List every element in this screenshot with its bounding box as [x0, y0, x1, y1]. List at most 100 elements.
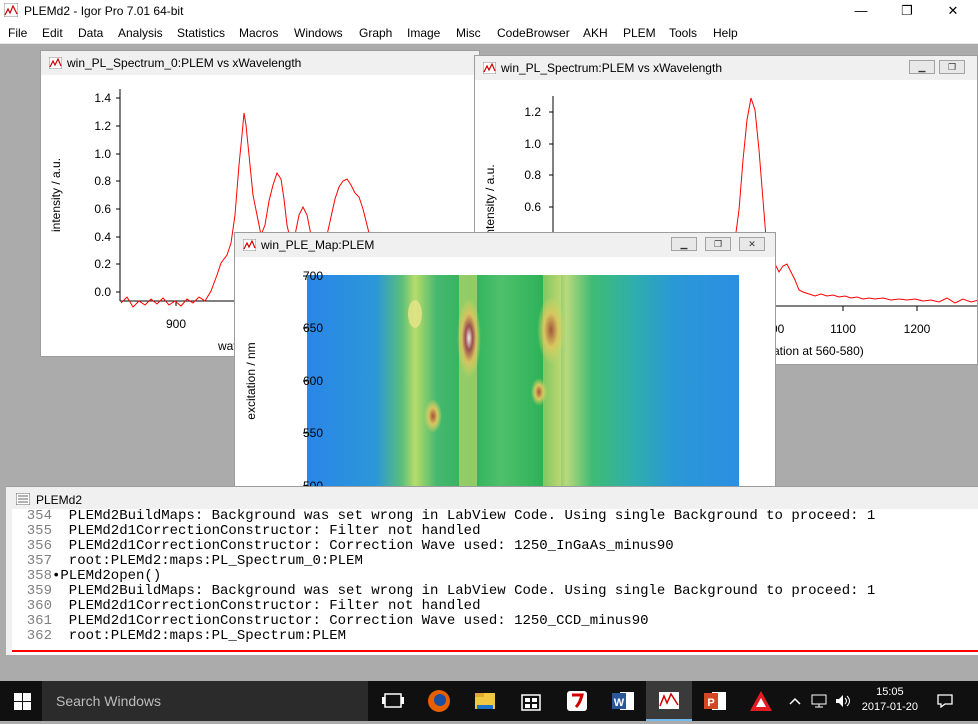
- svg-text:P: P: [707, 697, 714, 709]
- spectrum-title: win_PL_Spectrum:PLEM vs xWavelength: [501, 61, 722, 75]
- windows-start-icon[interactable]: [14, 693, 31, 710]
- map-titlebar[interactable]: win_PLE_Map:PLEM ▁ ❐ ✕: [235, 233, 775, 257]
- command-window[interactable]: PLEMd2 354 PLEMd2BuildMaps: Background w…: [6, 486, 978, 655]
- y-axis-label: ntensity / a.u.: [483, 164, 497, 235]
- menu-akh[interactable]: AKH: [583, 26, 608, 40]
- history-line[interactable]: 355 PLEMd2d1CorrectionConstructor: Filte…: [12, 524, 481, 539]
- menu-image[interactable]: Image: [407, 26, 440, 40]
- ytick-label: 1.0: [94, 147, 111, 161]
- network-icon[interactable]: [810, 693, 828, 709]
- svg-text:W: W: [614, 697, 625, 709]
- map-peak: [537, 296, 565, 364]
- search-box[interactable]: Search Windows: [42, 681, 368, 721]
- firefox-icon[interactable]: [416, 681, 462, 721]
- map-restore-button[interactable]: ❐: [705, 237, 731, 251]
- ytick-label: 1.4: [94, 91, 111, 105]
- notification-icon[interactable]: [936, 693, 954, 709]
- history-line[interactable]: 357 root:PLEMd2:maps:PL_Spectrum_0:PLEM: [12, 554, 363, 569]
- volume-icon[interactable]: [834, 693, 852, 709]
- window-title: PLEMd2 - Igor Pro 7.01 64-bit: [24, 4, 184, 18]
- history-line[interactable]: 354 PLEMd2BuildMaps: Background was set …: [12, 509, 876, 524]
- spectrum0-titlebar[interactable]: win_PL_Spectrum_0:PLEM vs xWavelength: [41, 51, 479, 75]
- taskbar: Search Windows W P 15:05 2017-01-20: [0, 681, 978, 721]
- xtick-label: 900: [166, 317, 186, 331]
- menu-misc[interactable]: Misc: [456, 26, 481, 40]
- graph-icon: [243, 239, 256, 251]
- xtick-label: 1100: [830, 322, 856, 336]
- menu-analysis[interactable]: Analysis: [118, 26, 163, 40]
- history-line[interactable]: 356 PLEMd2d1CorrectionConstructor: Corre…: [12, 539, 674, 554]
- ytick-label: 0.2: [94, 257, 111, 271]
- command-window-title: PLEMd2: [36, 493, 83, 507]
- chevron-up-icon[interactable]: [788, 695, 802, 707]
- graph-icon: [49, 57, 62, 69]
- map-minimize-button[interactable]: ▁: [671, 237, 697, 251]
- map-peak: [424, 399, 442, 433]
- clock-time: 15:05: [876, 686, 904, 698]
- ytick-label: 0.6: [524, 200, 541, 214]
- ytick-label: 0.6: [94, 202, 111, 216]
- clock[interactable]: 15:05 2017-01-20: [862, 685, 918, 715]
- file-explorer-icon[interactable]: [462, 681, 508, 721]
- minimize-button[interactable]: —: [838, 0, 884, 22]
- map-image: [307, 275, 739, 486]
- command-history[interactable]: 354 PLEMd2BuildMaps: Background was set …: [12, 509, 978, 655]
- history-line[interactable]: 360 PLEMd2d1CorrectionConstructor: Filte…: [12, 599, 481, 614]
- xtick-label: 1200: [904, 322, 931, 336]
- task-view-icon[interactable]: [370, 681, 416, 721]
- search-placeholder: Search Windows: [56, 693, 162, 709]
- ytick-label: 1.2: [94, 119, 111, 133]
- command-divider[interactable]: [12, 650, 978, 652]
- spectrum0-yticks: [116, 97, 177, 306]
- history-line[interactable]: 359 PLEMd2BuildMaps: Background was set …: [12, 584, 876, 599]
- menu-macros[interactable]: Macros: [239, 26, 278, 40]
- map-close-button[interactable]: ✕: [739, 237, 765, 251]
- menu-bar: File Edit Data Analysis Statistics Macro…: [0, 22, 978, 44]
- menu-windows[interactable]: Windows: [294, 26, 343, 40]
- map-window[interactable]: win_PLE_Map:PLEM ▁ ❐ ✕ 700 650 600 550 5…: [234, 232, 776, 487]
- menu-codebrowser[interactable]: CodeBrowser: [497, 26, 570, 40]
- graph-icon: [483, 62, 496, 74]
- menu-help[interactable]: Help: [713, 26, 738, 40]
- menu-file[interactable]: File: [8, 26, 27, 40]
- ytick-label: 0.8: [94, 174, 111, 188]
- maximize-button[interactable]: ❐: [884, 0, 930, 22]
- map-title: win_PLE_Map:PLEM: [261, 238, 375, 252]
- command-window-icon: [16, 493, 30, 505]
- menu-tools[interactable]: Tools: [669, 26, 697, 40]
- map-svg: 700 650 600 550 500 excitation / nm: [244, 269, 739, 486]
- y-axis-label: excitation / nm: [244, 342, 258, 419]
- ytick-label: 650: [303, 321, 323, 335]
- word-icon[interactable]: W: [600, 681, 646, 721]
- igor-app-icon: [4, 3, 18, 17]
- ytick-label: 1.0: [524, 137, 541, 151]
- history-line[interactable]: 361 PLEMd2d1CorrectionConstructor: Corre…: [12, 614, 649, 629]
- map-peak: [457, 298, 481, 378]
- spectrum0-title: win_PL_Spectrum_0:PLEM vs xWavelength: [67, 56, 302, 70]
- ytick-label: 0.4: [94, 230, 111, 244]
- store-icon[interactable]: [508, 681, 554, 721]
- menu-edit[interactable]: Edit: [42, 26, 63, 40]
- ytick-label: 500: [303, 479, 323, 486]
- spectrum-restore-button[interactable]: ❐: [939, 60, 965, 74]
- menu-graph[interactable]: Graph: [359, 26, 392, 40]
- menu-data[interactable]: Data: [78, 26, 103, 40]
- map-peak: [408, 300, 422, 328]
- clock-date: 2017-01-20: [861, 701, 918, 713]
- igor-taskbar-icon[interactable]: [646, 681, 692, 721]
- ytick-label: 0.0: [94, 285, 111, 299]
- app-red-icon[interactable]: [554, 681, 600, 721]
- spectrum-minimize-button[interactable]: ▁: [909, 60, 935, 74]
- ytick-label: 550: [303, 426, 323, 440]
- autocad-icon[interactable]: [738, 681, 784, 721]
- close-button[interactable]: ✕: [930, 0, 976, 22]
- y-axis-label: intensity / a.u.: [49, 158, 63, 232]
- menu-statistics[interactable]: Statistics: [177, 26, 225, 40]
- menu-plem[interactable]: PLEM: [623, 26, 656, 40]
- powerpoint-icon[interactable]: P: [692, 681, 738, 721]
- ytick-label: 600: [303, 374, 323, 388]
- history-line[interactable]: 362 root:PLEMd2:maps:PL_Spectrum:PLEM: [12, 629, 346, 644]
- history-line[interactable]: 358•PLEMd2open(): [12, 569, 161, 584]
- spectrum-titlebar[interactable]: win_PL_Spectrum:PLEM vs xWavelength ▁ ❐: [475, 56, 977, 80]
- map-plot[interactable]: 700 650 600 550 500 excitation / nm: [235, 257, 775, 486]
